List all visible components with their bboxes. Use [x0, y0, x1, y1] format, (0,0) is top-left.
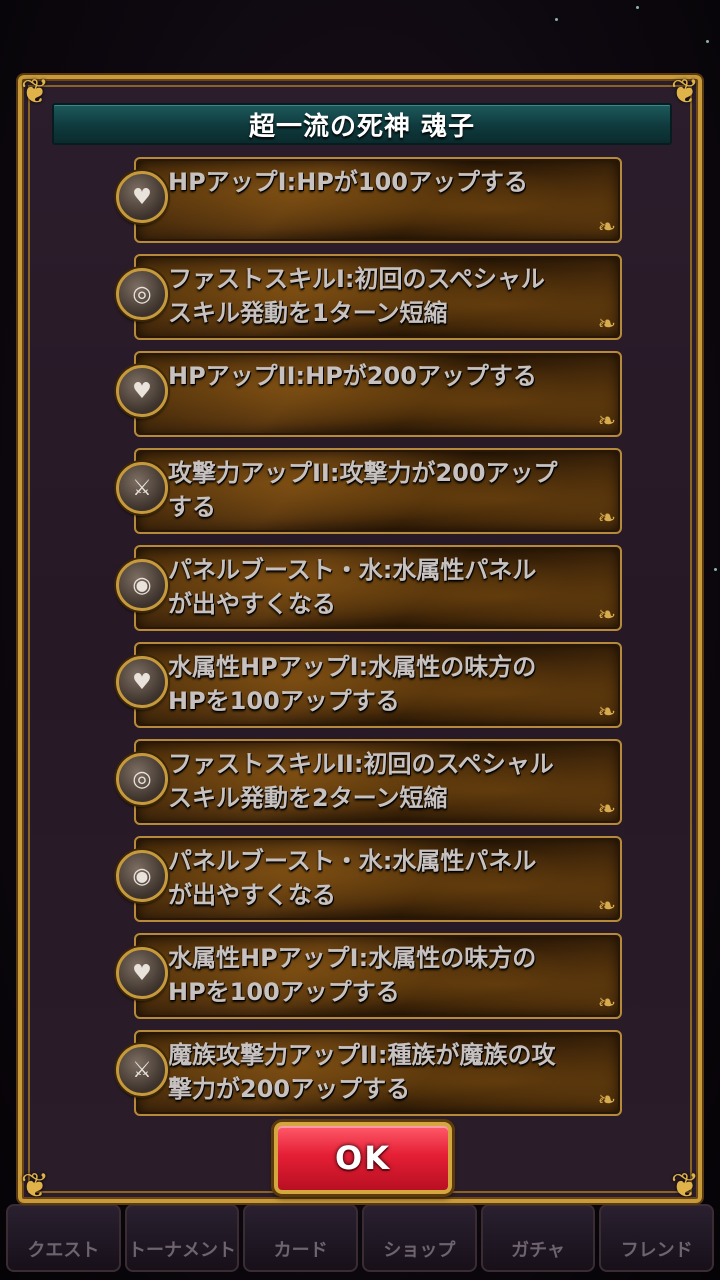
skill-item: ❧ ♥ HPアップII:HPが200アップする	[116, 349, 628, 446]
target-icon: ◎	[116, 753, 168, 805]
skill-item: ❧ ♥ 水属性HPアップI:水属性の味方の HPを100アップする	[116, 640, 628, 737]
nav-tab-label: カード	[273, 1240, 328, 1261]
skill-description: パネルブースト・水:水属性パネル が出やすくなる	[168, 556, 537, 618]
skill-list: ❧ ♥ HPアップI:HPが100アップする ❧ ◎ ファストスキルI:初回のスペシャル …	[116, 155, 628, 1125]
ornament-corner-icon: ❦	[20, 1166, 50, 1206]
dialog-title-bar: 超一流の死神 魂子	[52, 103, 672, 145]
skill-description: HPアップII:HPが200アップする	[168, 362, 537, 390]
skill-description: 攻撃力アップII:攻撃力が200アップ する	[168, 459, 558, 521]
bottom-navigation: クエスト トーナメント カード ショップ ガチャ フレンド	[0, 1196, 720, 1280]
nav-tab-card[interactable]: カード	[243, 1204, 359, 1272]
nav-tab-label: ガチャ	[511, 1240, 565, 1261]
ornament-flourish-icon: ❧	[597, 409, 616, 434]
nav-tab-quest[interactable]: クエスト	[6, 1204, 121, 1272]
ok-button[interactable]: OK	[274, 1122, 452, 1194]
skill-item: ❧ ♥ HPアップI:HPが100アップする	[116, 155, 628, 252]
skill-dialog: ❦ ❦ ❦ ❦ 超一流の死神 魂子 ❧ ♥ HPアップI:HPが100アップする ❧ ◎…	[18, 72, 702, 1206]
nav-tab-shop[interactable]: ショップ	[362, 1204, 477, 1272]
skill-description: 魔族攻撃力アップII:種族が魔族の攻 撃力が200アップする	[168, 1041, 556, 1103]
skill-item: ❧ ⚔ 魔族攻撃力アップII:種族が魔族の攻 撃力が200アップする	[116, 1028, 628, 1125]
skill-description: HPアップI:HPが100アップする	[168, 168, 528, 196]
ornament-flourish-icon: ❧	[597, 215, 616, 240]
skill-item: ❧ ⚔ 攻撃力アップII:攻撃力が200アップ する	[116, 446, 628, 543]
background-star	[714, 568, 717, 571]
nav-tab-label: フレンド	[620, 1240, 693, 1261]
skill-item: ❧ ♥ 水属性HPアップI:水属性の味方の HPを100アップする	[116, 931, 628, 1028]
nav-tab-gacha[interactable]: ガチャ	[480, 1204, 596, 1272]
skill-description: ファストスキルI:初回のスペシャル スキル発動を1ターン短縮	[168, 265, 545, 327]
heart-icon: ♥	[116, 171, 168, 223]
heart-icon: ♥	[116, 947, 168, 999]
skill-item: ❧ ◎ ファストスキルI:初回のスペシャル スキル発動を1ターン短縮	[116, 252, 628, 349]
sword-icon: ⚔	[116, 1044, 168, 1096]
nav-tab-label: ショップ	[383, 1240, 456, 1261]
ornament-corner-icon: ❦	[670, 1166, 700, 1206]
skill-description: パネルブースト・水:水属性パネル が出やすくなる	[168, 847, 537, 909]
target-icon: ◎	[116, 268, 168, 320]
swirl-icon: ◉	[116, 559, 168, 611]
background-star	[706, 40, 709, 43]
background-star	[555, 18, 558, 21]
skill-description: ファストスキルII:初回のスペシャル スキル発動を2ターン短縮	[168, 750, 554, 812]
skill-item: ❧ ◎ ファストスキルII:初回のスペシャル スキル発動を2ターン短縮	[116, 737, 628, 834]
skill-description: 水属性HPアップI:水属性の味方の HPを100アップする	[168, 944, 537, 1006]
background-star	[636, 6, 639, 9]
nav-tab-label: クエスト	[27, 1240, 100, 1261]
heart-icon: ♥	[116, 365, 168, 417]
ok-button-label: OK	[335, 1139, 391, 1177]
dialog-title: 超一流の死神 魂子	[248, 111, 476, 142]
skill-description: 水属性HPアップI:水属性の味方の HPを100アップする	[168, 653, 537, 715]
nav-tab-tournament[interactable]: トーナメント	[124, 1204, 240, 1272]
sword-icon: ⚔	[116, 462, 168, 514]
swirl-icon: ◉	[116, 850, 168, 902]
nav-tab-label: トーナメント	[128, 1240, 236, 1261]
skill-item: ❧ ◉ パネルブースト・水:水属性パネル が出やすくなる	[116, 834, 628, 931]
nav-tab-friend[interactable]: フレンド	[599, 1204, 715, 1272]
heart-icon: ♥	[116, 656, 168, 708]
skill-item: ❧ ◉ パネルブースト・水:水属性パネル が出やすくなる	[116, 543, 628, 640]
